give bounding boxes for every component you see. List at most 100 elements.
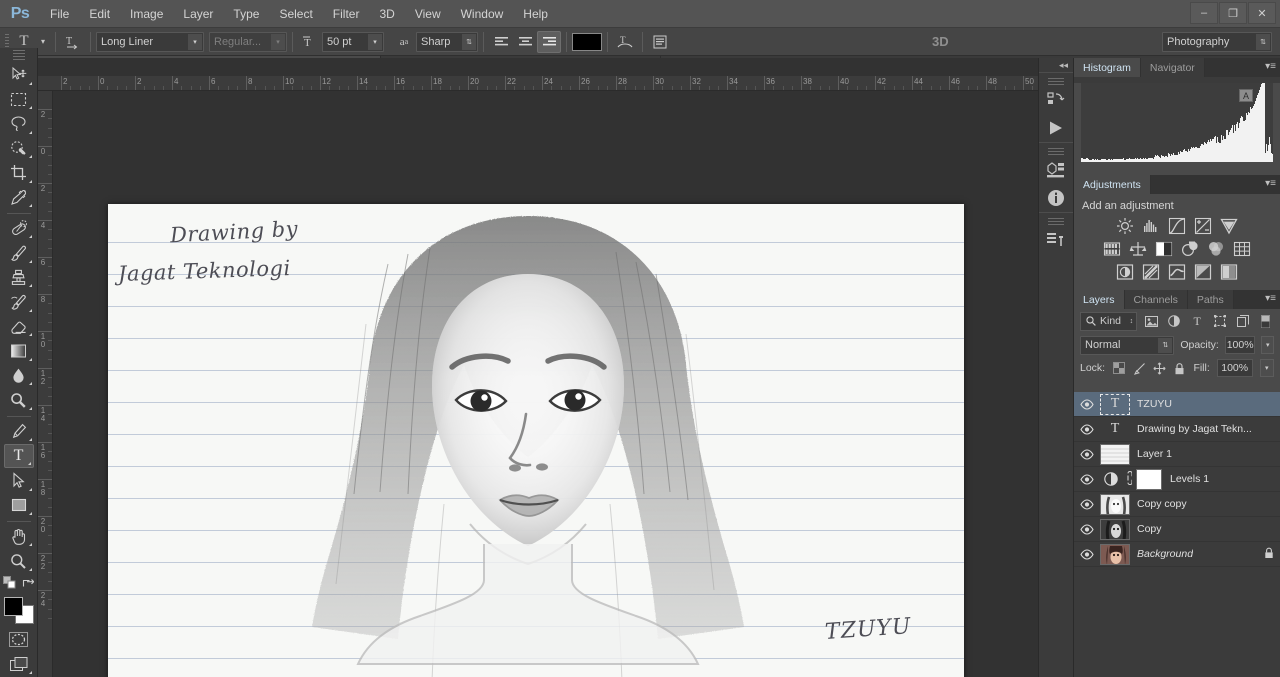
layer-name[interactable]: TZUYU xyxy=(1137,398,1172,410)
lock-image-pixels-icon[interactable] xyxy=(1132,361,1145,376)
eyedropper-tool[interactable] xyxy=(4,186,34,210)
foreground-color-swatch[interactable] xyxy=(4,597,23,616)
layer-thumbnail[interactable] xyxy=(1100,494,1130,515)
menu-view[interactable]: View xyxy=(405,3,451,25)
filter-toggle-icon[interactable] xyxy=(1257,312,1274,331)
layer-visibility-eye-icon[interactable] xyxy=(1074,424,1100,435)
layer-name[interactable]: Copy xyxy=(1137,523,1162,535)
channel-mixer-icon[interactable] xyxy=(1207,240,1226,257)
filter-pixel-icon[interactable] xyxy=(1143,312,1160,331)
layer-thumbnail[interactable] xyxy=(1100,519,1130,540)
layer-visibility-eye-icon[interactable] xyxy=(1074,524,1100,535)
quick-mask-icon[interactable] xyxy=(4,628,34,652)
workspace-select[interactable]: Photography ⇅ xyxy=(1162,32,1272,52)
minimize-button[interactable]: – xyxy=(1190,2,1218,24)
align-right-button[interactable] xyxy=(537,31,561,53)
layer-name[interactable]: Levels 1 xyxy=(1170,473,1209,485)
horizontal-ruler[interactable]: 2 0 2 4 6 8 10 12 14 16 18 20 22 24 26 28 30 32 34 36 38 40 42… xyxy=(38,76,1038,91)
menu-file[interactable]: File xyxy=(40,3,79,25)
default-colors-icon[interactable] xyxy=(3,576,16,594)
pen-tool[interactable] xyxy=(4,420,34,444)
invert-icon[interactable] xyxy=(1116,263,1135,280)
screen-mode-icon[interactable] xyxy=(4,653,34,677)
layer-visibility-eye-icon[interactable] xyxy=(1074,549,1100,560)
align-center-button[interactable] xyxy=(513,31,537,53)
vertical-ruler[interactable]: 2 0 2 4 6 8 1 0 1 2 1 4 1 6 1 8 2 0 2 2 2 4 xyxy=(38,91,53,677)
font-size-select[interactable]: 50 pt ▾ xyxy=(322,32,384,52)
filter-shape-icon[interactable] xyxy=(1212,312,1229,331)
tab-histogram[interactable]: Histogram xyxy=(1074,58,1141,77)
menu-image[interactable]: Image xyxy=(120,3,173,25)
menu-3d[interactable]: 3D xyxy=(369,3,404,25)
layer-row[interactable]: Copy copy xyxy=(1074,492,1280,517)
marquee-tool[interactable] xyxy=(4,88,34,112)
filter-adjustment-icon[interactable] xyxy=(1166,312,1183,331)
actions-play-icon[interactable] xyxy=(1039,114,1073,142)
eraser-tool[interactable] xyxy=(4,315,34,339)
healing-brush-tool[interactable] xyxy=(4,217,34,241)
layer-row[interactable]: Background xyxy=(1074,542,1280,567)
font-style-select[interactable]: Regular... ▾ xyxy=(209,32,287,52)
filter-smart-object-icon[interactable] xyxy=(1234,312,1251,331)
layer-type-thumbnail[interactable]: T xyxy=(1100,419,1130,440)
opacity-value[interactable]: 100% xyxy=(1225,336,1256,354)
vibrance-icon[interactable] xyxy=(1220,217,1239,234)
crop-tool[interactable] xyxy=(4,161,34,185)
layer-visibility-eye-icon[interactable] xyxy=(1074,399,1100,410)
brightness-contrast-icon[interactable] xyxy=(1116,217,1135,234)
layer-row[interactable]: T Drawing by Jagat Tekn... xyxy=(1074,417,1280,442)
layer-thumbnail[interactable] xyxy=(1100,444,1130,465)
tab-channels[interactable]: Channels xyxy=(1125,290,1188,309)
text-color-swatch[interactable] xyxy=(572,33,602,51)
panel-menu-icon[interactable]: ▾≡ xyxy=(1265,293,1276,304)
levels-icon[interactable] xyxy=(1142,217,1161,234)
color-balance-icon[interactable] xyxy=(1129,240,1148,257)
menu-select[interactable]: Select xyxy=(269,3,322,25)
layer-row[interactable]: Copy xyxy=(1074,517,1280,542)
collapse-panels-icon[interactable]: ◂◂ xyxy=(1039,58,1073,72)
type-tool[interactable]: T xyxy=(4,444,34,468)
layer-row[interactable]: Layer 1 xyxy=(1074,442,1280,467)
swap-colors-icon[interactable] xyxy=(22,576,34,594)
layer-visibility-eye-icon[interactable] xyxy=(1074,499,1100,510)
histogram-warning-icon[interactable]: A xyxy=(1239,89,1253,102)
quick-selection-tool[interactable] xyxy=(4,137,34,161)
tab-layers[interactable]: Layers xyxy=(1074,290,1125,309)
3d-panel-icon[interactable] xyxy=(1039,156,1073,184)
blend-mode-select[interactable]: Normal ⇅ xyxy=(1080,336,1174,355)
menu-window[interactable]: Window xyxy=(451,3,514,25)
restore-button[interactable]: ❐ xyxy=(1219,2,1247,24)
panel-menu-icon[interactable]: ▾≡ xyxy=(1265,61,1276,72)
hue-saturation-icon[interactable] xyxy=(1103,240,1122,257)
dodge-tool[interactable] xyxy=(4,388,34,412)
layer-link-icon[interactable] xyxy=(1122,471,1134,488)
character-panel-icon[interactable] xyxy=(648,31,672,53)
layer-adjustment-icon[interactable] xyxy=(1100,472,1122,486)
rectangle-tool[interactable] xyxy=(4,494,34,518)
history-brush-tool[interactable] xyxy=(4,290,34,314)
menu-layer[interactable]: Layer xyxy=(173,3,223,25)
layer-filter-kind-select[interactable]: Kind ↕ xyxy=(1080,312,1137,331)
info-panel-icon[interactable] xyxy=(1039,184,1073,212)
zoom-tool[interactable] xyxy=(4,549,34,573)
clone-stamp-tool[interactable] xyxy=(4,266,34,290)
color-lookup-icon[interactable] xyxy=(1233,240,1252,257)
posterize-icon[interactable] xyxy=(1142,263,1161,280)
anti-alias-select[interactable]: Sharp ⇅ xyxy=(416,32,478,52)
layer-visibility-eye-icon[interactable] xyxy=(1074,474,1100,485)
menu-type[interactable]: Type xyxy=(223,3,269,25)
fill-stepper[interactable]: ▾ xyxy=(1260,359,1274,377)
close-button[interactable]: ✕ xyxy=(1248,2,1276,24)
selective-color-icon[interactable] xyxy=(1220,263,1239,280)
curves-icon[interactable] xyxy=(1168,217,1187,234)
black-white-icon[interactable] xyxy=(1155,240,1174,257)
history-icon[interactable] xyxy=(1039,86,1073,114)
lasso-tool[interactable] xyxy=(4,112,34,136)
fill-value[interactable]: 100% xyxy=(1217,359,1253,377)
exposure-icon[interactable] xyxy=(1194,217,1213,234)
text-orientation-icon[interactable]: T xyxy=(61,31,85,53)
layer-thumbnail[interactable] xyxy=(1100,544,1130,565)
layer-name[interactable]: Drawing by Jagat Tekn... xyxy=(1137,423,1252,435)
menu-help[interactable]: Help xyxy=(513,3,558,25)
menu-filter[interactable]: Filter xyxy=(323,3,370,25)
